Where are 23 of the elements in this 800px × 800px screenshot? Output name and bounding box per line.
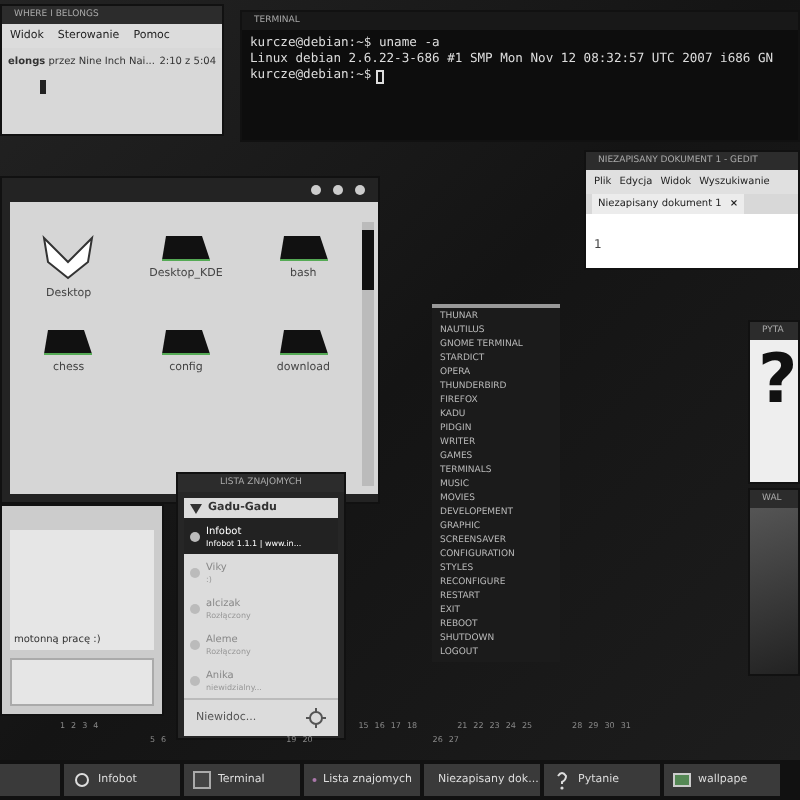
message-input-field[interactable]	[10, 658, 154, 706]
question-mark: ?	[750, 340, 798, 482]
emblem-icon	[40, 234, 97, 282]
seek-thumb[interactable]	[40, 80, 47, 94]
status-icon	[190, 567, 200, 577]
scrollbar[interactable]	[362, 222, 374, 486]
scroll-thumb[interactable]	[362, 230, 374, 290]
status-icon	[190, 603, 200, 613]
terminal-icon	[192, 770, 212, 790]
folder-icon	[275, 234, 332, 262]
picture-icon	[672, 770, 692, 790]
folder-icon	[275, 328, 332, 356]
folder-icon	[157, 328, 214, 356]
status-icon	[190, 531, 200, 541]
window-controls-icon	[308, 184, 368, 196]
expand-triangle-icon	[190, 503, 202, 513]
text-cursor	[375, 69, 384, 83]
status-icon	[190, 675, 200, 685]
gear-icon	[306, 708, 326, 728]
status-icon	[190, 639, 200, 649]
question-icon	[552, 770, 572, 790]
folder-icon	[40, 328, 97, 356]
folder-icon	[157, 234, 214, 262]
